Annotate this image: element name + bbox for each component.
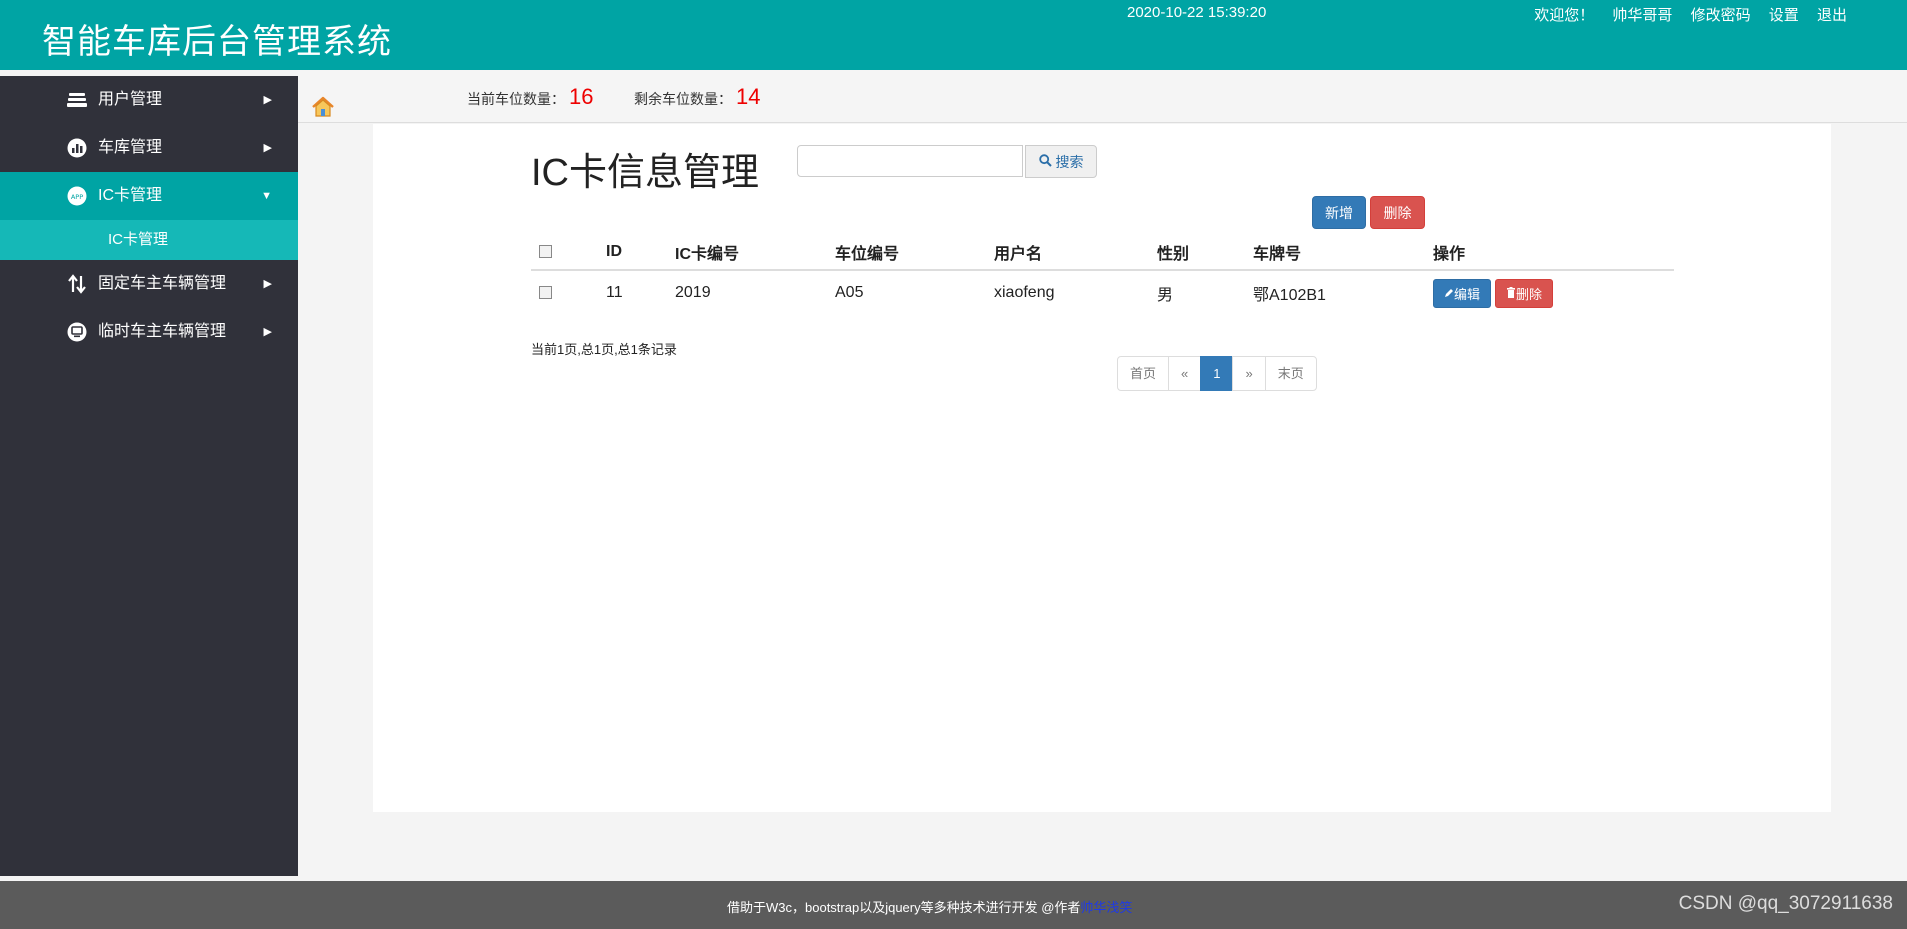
footer: 借助于W3c，bootstrap以及jquery等多种技术进行开发 @作者帅华浅…	[0, 881, 1907, 929]
cell-plate: 鄂A102B1	[1253, 287, 1326, 304]
pagination-info: 当前1页,总1页,总1条记录	[531, 342, 677, 357]
search-input[interactable]	[797, 145, 1023, 177]
sidebar-item-user-management[interactable]: 用户管理 ▶	[0, 76, 298, 124]
remaining-slot-label: 剩余车位数量：	[634, 91, 732, 107]
username-link[interactable]: 帅华哥哥	[1612, 7, 1672, 24]
column-header: 性别	[1156, 234, 1252, 271]
column-header: 车位编号	[834, 234, 993, 271]
pagination: 首页 « 1 » 末页	[1117, 356, 1317, 391]
info-bar: 当前车位数量： 16 剩余车位数量： 14	[298, 70, 1907, 123]
author-link[interactable]: 帅华浅笑	[1080, 900, 1132, 915]
app-header: 智能车库后台管理系统 2020-10-22 15:39:20 欢迎您！ 帅华哥哥…	[0, 0, 1907, 70]
logout-link[interactable]: 退出	[1817, 7, 1847, 24]
edit-button[interactable]: 编辑	[1433, 278, 1491, 308]
ic-card-table: ID IC卡编号 车位编号 用户名 性别 车牌号 操作 11 2019 A05 …	[531, 234, 1674, 315]
chevron-right-icon: ▶	[263, 94, 272, 106]
remaining-slot-count: 剩余车位数量： 14	[634, 84, 760, 110]
change-password-link[interactable]: 修改密码	[1691, 7, 1751, 24]
first-page-button[interactable]: 首页	[1117, 356, 1170, 391]
sidebar-item-label: 用户管理	[98, 91, 163, 108]
page-title: IC卡信息管理	[531, 152, 760, 194]
sidebar: 用户管理 ▶ 车库管理 ▶ APP IC卡管理 ▼ IC卡管理 固定车主车辆管理…	[0, 76, 298, 876]
cell-slot-no: A05	[835, 284, 864, 301]
column-header: ID	[605, 234, 674, 271]
user-nav: 欢迎您！ 帅华哥哥 修改密码 设置 退出	[1520, 4, 1847, 25]
row-select-cell	[531, 270, 605, 315]
cell-gender: 男	[1157, 287, 1174, 304]
swap-icon	[66, 273, 88, 295]
sidebar-item-label: 车库管理	[98, 139, 163, 156]
settings-link[interactable]: 设置	[1769, 7, 1799, 24]
trash-icon	[1506, 286, 1516, 301]
search-button[interactable]: 搜索	[1025, 145, 1097, 178]
row-checkbox[interactable]	[539, 286, 552, 300]
csdn-watermark: CSDN @qq_3072911638	[1678, 893, 1893, 914]
home-icon[interactable]	[311, 96, 335, 118]
footer-credit-text: 借助于W3c，bootstrap以及jquery等多种技术进行开发 @作者	[727, 900, 1081, 915]
current-slot-label: 当前车位数量：	[467, 91, 565, 107]
cell-id: 11	[606, 284, 623, 301]
table-header-row: ID IC卡编号 车位编号 用户名 性别 车牌号 操作	[531, 234, 1674, 271]
table-row: 11 2019 A05 xiaofeng 男 鄂A102B1 编辑 删除	[531, 270, 1674, 315]
select-all-cell	[531, 234, 605, 271]
cell-card-no: 2019	[675, 284, 711, 301]
select-all-checkbox[interactable]	[539, 244, 552, 258]
current-slot-count: 当前车位数量： 16	[467, 84, 593, 110]
search-button-label: 搜索	[1055, 153, 1084, 170]
last-page-button[interactable]: 末页	[1264, 356, 1317, 391]
footer-credit: 借助于W3c，bootstrap以及jquery等多种技术进行开发 @作者帅华浅…	[727, 897, 1132, 916]
cell-actions: 编辑 删除	[1432, 270, 1674, 315]
sidebar-item-label: 临时车主车辆管理	[98, 323, 227, 340]
bulk-delete-button[interactable]: 删除	[1370, 196, 1425, 229]
remaining-slot-value: 14	[736, 84, 761, 109]
chevron-right-icon: ▶	[263, 278, 272, 290]
chevron-right-icon: ▶	[263, 142, 272, 154]
row-delete-label: 删除	[1515, 286, 1542, 302]
sidebar-item-ic-card-management[interactable]: APP IC卡管理 ▼	[0, 172, 298, 220]
search-icon	[1038, 153, 1052, 170]
page-number-button[interactable]: 1	[1200, 356, 1234, 391]
sidebar-item-temp-vehicle-management[interactable]: 临时车主车辆管理 ▶	[0, 308, 298, 356]
add-button[interactable]: 新增	[1312, 196, 1366, 229]
sidebar-item-label: IC卡管理	[98, 187, 163, 204]
layers-icon	[66, 89, 88, 111]
prev-page-button[interactable]: «	[1168, 356, 1202, 391]
chart-icon	[66, 137, 88, 159]
current-slot-value: 16	[569, 84, 594, 109]
app-title: 智能车库后台管理系统	[42, 23, 392, 61]
sidebar-item-fixed-vehicle-management[interactable]: 固定车主车辆管理 ▶	[0, 260, 298, 308]
column-header: 用户名	[993, 234, 1156, 271]
svg-text:APP: APP	[71, 193, 83, 201]
chevron-down-icon: ▼	[261, 190, 272, 202]
column-header: IC卡编号	[674, 234, 834, 271]
pencil-icon	[1444, 286, 1454, 301]
edit-button-label: 编辑	[1453, 286, 1480, 302]
submenu-item-ic-card-management[interactable]: IC卡管理	[0, 220, 298, 260]
sidebar-item-label: 固定车主车辆管理	[98, 275, 227, 292]
content-panel: IC卡信息管理 搜索 新增 删除 ID IC卡编号 车位编号 用户名 性别 车牌…	[373, 124, 1831, 812]
sidebar-item-garage-management[interactable]: 车库管理 ▶	[0, 124, 298, 172]
monitor-icon	[66, 321, 88, 343]
datetime-display: 2020-10-22 15:39:20	[1127, 4, 1267, 21]
cell-username: xiaofeng	[994, 284, 1055, 301]
welcome-text: 欢迎您！	[1534, 7, 1595, 24]
app-icon: APP	[66, 185, 88, 207]
column-header: 车牌号	[1252, 234, 1432, 271]
chevron-right-icon: ▶	[263, 326, 272, 338]
column-header: 操作	[1432, 234, 1674, 271]
next-page-button[interactable]: »	[1232, 356, 1266, 391]
row-delete-button[interactable]: 删除	[1495, 278, 1553, 308]
